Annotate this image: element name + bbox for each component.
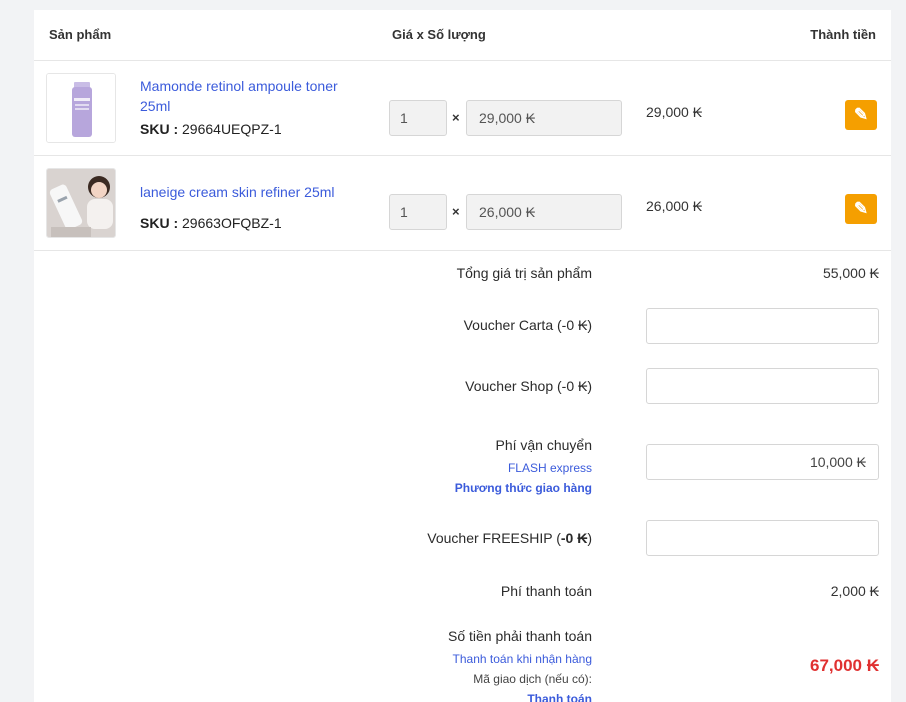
shipping-carrier: FLASH express [507, 461, 592, 475]
total-payable-label: Số tiền phải thanh toán [447, 628, 592, 644]
subtotal-value: 55,000 ₭ [822, 265, 879, 281]
sku-label: SKU : [140, 215, 179, 231]
total-payable-value: 67,000 ₭ [810, 656, 879, 675]
product-row: Mamonde retinol ampoule toner 25ml SKU :… [34, 61, 891, 156]
freeship-amount: -0 ₭ [560, 530, 588, 546]
header-price-quantity: Giá x Số lượng [392, 27, 486, 42]
feather-icon: ✎ [853, 199, 869, 218]
freeship-prefix: Voucher FREESHIP ( [427, 530, 561, 546]
product-image[interactable] [46, 73, 116, 143]
product-sku: SKU : 29663OFQBZ-1 [140, 215, 282, 231]
quantity-input[interactable] [389, 194, 447, 230]
table-header: Sản phẩm Giá x Số lượng Thành tiền [34, 10, 891, 61]
product-row: laneige cream skin refiner 25ml SKU : 29… [34, 156, 891, 251]
payment-method-link[interactable]: Thanh toán khi nhận hàng [453, 652, 592, 666]
pay-link[interactable]: Thanh toán [527, 692, 592, 702]
edit-button[interactable]: ✎ [845, 100, 877, 130]
voucher-carta-label: Voucher Carta (-0 ₭) [463, 317, 592, 333]
voucher-shop-label: Voucher Shop (-0 ₭) [465, 378, 592, 394]
unit-price-input[interactable] [466, 194, 622, 230]
header-total: Thành tiền [810, 27, 876, 42]
shipping-method-link[interactable]: Phương thức giao hàng [455, 481, 592, 495]
multiply-sign: × [452, 110, 460, 125]
payment-fee-label: Phí thanh toán [500, 583, 592, 599]
voucher-carta-input[interactable] [646, 308, 879, 344]
order-card: Sản phẩm Giá x Số lượng Thành tiền Mamon… [34, 10, 891, 702]
sku-label: SKU : [140, 121, 179, 137]
voucher-freeship-label: Voucher FREESHIP (-0 ₭) [427, 530, 592, 546]
product-name-link[interactable]: laneige cream skin refiner 25ml [140, 182, 355, 202]
product-name-link[interactable]: Mamonde retinol ampoule toner 25ml [140, 76, 355, 116]
product-image[interactable] [46, 168, 116, 238]
sku-value: 29663OFQBZ-1 [182, 215, 282, 231]
shipping-fee-label: Phí vận chuyển [495, 437, 592, 453]
transaction-code-label: Mã giao dịch (nếu có): [473, 672, 592, 686]
voucher-freeship-input[interactable] [646, 520, 879, 556]
line-total: 29,000 ₭ [646, 104, 703, 120]
voucher-shop-input[interactable] [646, 368, 879, 404]
quantity-input[interactable] [389, 100, 447, 136]
unit-price-input[interactable] [466, 100, 622, 136]
line-total: 26,000 ₭ [646, 198, 703, 214]
product-sku: SKU : 29664UEQPZ-1 [140, 121, 282, 137]
feather-icon: ✎ [853, 105, 869, 124]
header-product: Sản phẩm [49, 27, 112, 42]
freeship-suffix: ) [587, 530, 592, 546]
sku-value: 29664UEQPZ-1 [182, 121, 282, 137]
edit-button[interactable]: ✎ [845, 194, 877, 224]
subtotal-label: Tổng giá trị sản phẩm [456, 265, 592, 281]
shipping-fee-input[interactable] [646, 444, 879, 480]
payment-fee-value: 2,000 ₭ [830, 583, 879, 599]
multiply-sign: × [452, 204, 460, 219]
